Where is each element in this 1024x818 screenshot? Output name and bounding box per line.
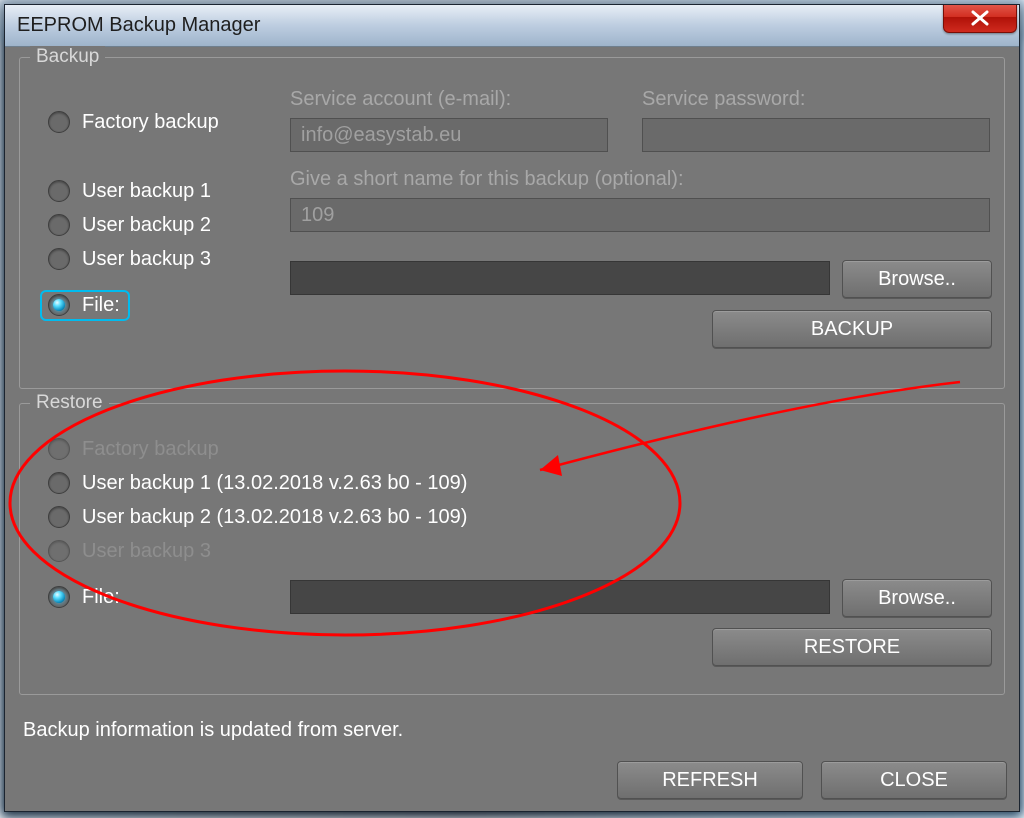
backup-radio-user3[interactable] <box>48 248 70 270</box>
backup-radio-file[interactable] <box>48 294 70 316</box>
window-close-button[interactable] <box>943 4 1017 33</box>
short-name-label: Give a short name for this backup (optio… <box>290 168 684 190</box>
restore-radio-user1[interactable] <box>48 472 70 494</box>
dialog-window: EEPROM Backup Manager Backup Factory bac… <box>4 4 1020 812</box>
close-icon <box>968 10 992 26</box>
backup-radio-user3-label: User backup 3 <box>82 248 211 271</box>
restore-radio-factory-label: Factory backup <box>82 438 219 461</box>
restore-radio-file-label: File: <box>82 586 120 609</box>
close-button[interactable]: CLOSE <box>821 761 1007 799</box>
backup-radio-factory-label: Factory backup <box>82 111 219 134</box>
short-name-input[interactable] <box>290 198 990 232</box>
restore-group-title: Restore <box>30 392 109 414</box>
refresh-button[interactable]: REFRESH <box>617 761 803 799</box>
backup-file-path[interactable] <box>290 261 830 295</box>
backup-radio-user2[interactable] <box>48 214 70 236</box>
backup-radio-factory[interactable] <box>48 111 70 133</box>
service-password-label: Service password: <box>642 88 805 110</box>
restore-file-path[interactable] <box>290 580 830 614</box>
backup-radio-user2-label: User backup 2 <box>82 214 211 237</box>
backup-browse-button[interactable]: Browse.. <box>842 260 992 298</box>
backup-radio-user1[interactable] <box>48 180 70 202</box>
window-title: EEPROM Backup Manager <box>17 14 260 37</box>
restore-browse-button[interactable]: Browse.. <box>842 579 992 617</box>
restore-radio-file[interactable] <box>48 586 70 608</box>
backup-group-title: Backup <box>30 46 105 68</box>
restore-radio-factory[interactable] <box>48 438 70 460</box>
service-password-input[interactable] <box>642 118 990 152</box>
restore-group: Restore Factory backup User backup 1 (13… <box>19 403 1005 695</box>
restore-radio-user2[interactable] <box>48 506 70 528</box>
service-account-input[interactable] <box>290 118 608 152</box>
titlebar[interactable]: EEPROM Backup Manager <box>5 5 1019 47</box>
backup-button[interactable]: BACKUP <box>712 310 992 348</box>
restore-button[interactable]: RESTORE <box>712 628 992 666</box>
restore-radio-user3-label: User backup 3 <box>82 540 211 563</box>
backup-radio-file-label: File: <box>82 294 120 317</box>
restore-radio-user3[interactable] <box>48 540 70 562</box>
restore-radio-user1-label: User backup 1 (13.02.2018 v.2.63 b0 - 10… <box>82 472 467 495</box>
backup-radio-user1-label: User backup 1 <box>82 180 211 203</box>
status-text: Backup information is updated from serve… <box>17 719 1007 742</box>
restore-radio-user2-label: User backup 2 (13.02.2018 v.2.63 b0 - 10… <box>82 506 467 529</box>
service-account-label: Service account (e-mail): <box>290 88 511 110</box>
backup-group: Backup Factory backup User backup 1 User… <box>19 57 1005 389</box>
client-area: Backup Factory backup User backup 1 User… <box>5 47 1019 811</box>
